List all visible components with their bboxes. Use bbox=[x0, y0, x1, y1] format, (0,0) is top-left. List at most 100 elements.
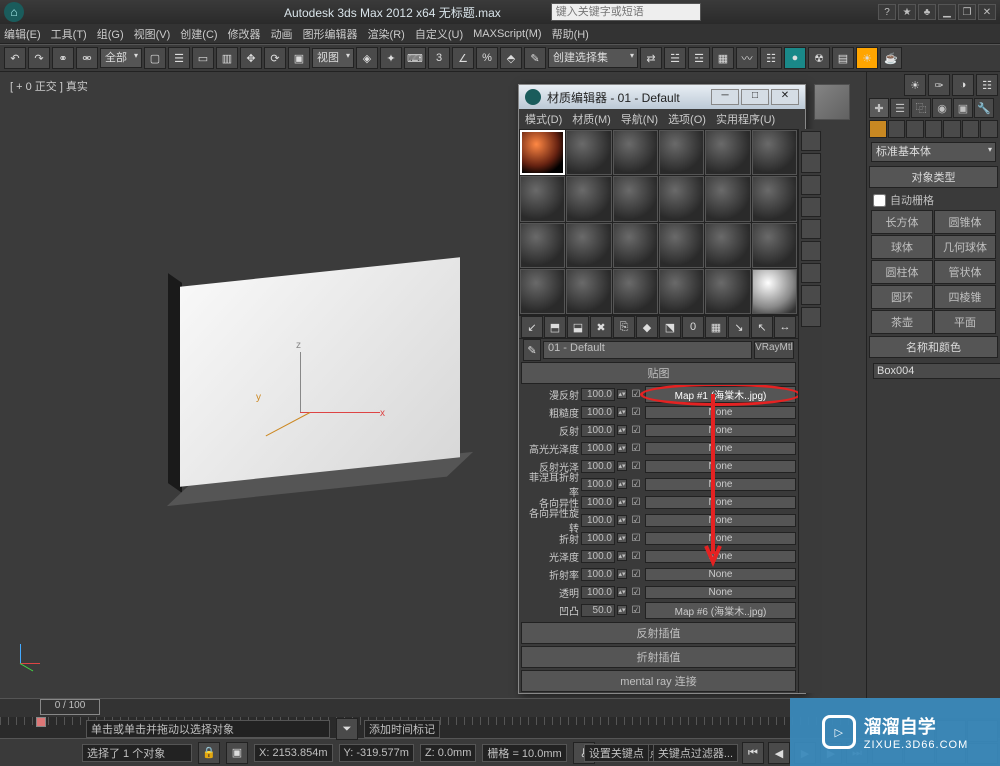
sub-lights[interactable] bbox=[906, 120, 924, 138]
rollout-refr[interactable]: 折射插值 bbox=[521, 646, 796, 668]
autogrid-checkbox[interactable] bbox=[873, 194, 886, 207]
map-amount[interactable]: 100.0 bbox=[581, 568, 615, 581]
align-button[interactable]: ☱ bbox=[664, 47, 686, 69]
sub-helpers[interactable] bbox=[943, 120, 961, 138]
map-slot-button[interactable]: None bbox=[645, 568, 796, 581]
compass-icon[interactable]: ✑ bbox=[928, 74, 950, 96]
map-amount[interactable]: 100.0 bbox=[581, 514, 615, 527]
map-spinner[interactable]: ▴▾ bbox=[617, 569, 627, 579]
schematic-button[interactable]: ☷ bbox=[760, 47, 782, 69]
keyboard-button[interactable]: ⌨ bbox=[404, 47, 426, 69]
sample-type-button[interactable] bbox=[801, 131, 821, 151]
map-check[interactable]: ☑ bbox=[629, 461, 643, 472]
sample-uv-button[interactable] bbox=[801, 197, 821, 217]
map-spinner[interactable]: ▴▾ bbox=[617, 497, 627, 507]
map-slot-button[interactable]: None bbox=[645, 532, 796, 545]
mat-slot[interactable] bbox=[613, 130, 658, 175]
mat-slot[interactable] bbox=[613, 223, 658, 268]
sub-geometry[interactable] bbox=[869, 120, 887, 138]
mat-id-button[interactable]: 0 bbox=[682, 316, 704, 338]
sun-icon[interactable]: ☀ bbox=[904, 74, 926, 96]
map-amount[interactable]: 100.0 bbox=[581, 586, 615, 599]
mat-slot[interactable] bbox=[752, 130, 797, 175]
btn-plane[interactable]: 平面 bbox=[934, 310, 996, 334]
map-spinner[interactable]: ▴▾ bbox=[617, 533, 627, 543]
menu-graph[interactable]: 图形编辑器 bbox=[303, 26, 358, 42]
mat-slot[interactable] bbox=[705, 176, 750, 221]
mat-menu-nav[interactable]: 导航(N) bbox=[621, 111, 658, 127]
map-slot-button[interactable]: None bbox=[645, 586, 796, 599]
help-search-input[interactable] bbox=[551, 3, 701, 21]
map-slot-button[interactable]: Map #1 (海棠木..jpg) bbox=[645, 386, 796, 403]
map-check[interactable]: ☑ bbox=[629, 497, 643, 508]
go-sibling-button[interactable]: ↔ bbox=[774, 316, 796, 338]
object-name-input[interactable] bbox=[873, 363, 1000, 379]
named-sel-set[interactable]: 创建选择集 bbox=[548, 48, 638, 68]
teapot-button[interactable]: ☕ bbox=[880, 47, 902, 69]
gizmo-z-axis[interactable] bbox=[300, 352, 301, 412]
btn-cylinder[interactable]: 圆柱体 bbox=[871, 260, 933, 284]
mat-slot[interactable] bbox=[613, 176, 658, 221]
make-copy-button[interactable]: ⎘ bbox=[613, 316, 635, 338]
viewcube[interactable] bbox=[808, 78, 858, 128]
menu-create[interactable]: 创建(C) bbox=[180, 26, 217, 42]
map-slot-button[interactable]: None bbox=[645, 496, 796, 509]
map-amount[interactable]: 100.0 bbox=[581, 532, 615, 545]
tab-modify[interactable]: ☰ bbox=[890, 98, 910, 118]
map-slot-button[interactable]: None bbox=[645, 460, 796, 473]
btn-geosphere[interactable]: 几何球体 bbox=[934, 235, 996, 259]
mat-max-button[interactable]: □ bbox=[741, 89, 769, 105]
mat-slot[interactable] bbox=[752, 223, 797, 268]
ref-coord-dropdown[interactable]: 视图 bbox=[312, 48, 354, 68]
render-button[interactable]: ☀ bbox=[856, 47, 878, 69]
mat-min-button[interactable]: ─ bbox=[711, 89, 739, 105]
make-unique-button[interactable]: ◆ bbox=[636, 316, 658, 338]
reset-map-button[interactable]: ✖ bbox=[590, 316, 612, 338]
transform-gizmo[interactable]: x y z bbox=[260, 352, 380, 452]
coord-y[interactable]: Y: -319.577m bbox=[339, 744, 414, 762]
pick-material-button[interactable]: ✎ bbox=[523, 339, 541, 361]
time-marker[interactable] bbox=[36, 717, 46, 727]
map-slot-button[interactable]: None bbox=[645, 406, 796, 419]
viewport-label[interactable]: [ + 0 正交 ] 真实 bbox=[10, 78, 88, 94]
sub-shapes[interactable] bbox=[888, 120, 906, 138]
keyfilter-button[interactable]: 关键点过滤器... bbox=[653, 744, 738, 762]
map-amount[interactable]: 100.0 bbox=[581, 460, 615, 473]
menu-animation[interactable]: 动画 bbox=[271, 26, 293, 42]
map-check[interactable]: ☑ bbox=[629, 407, 643, 418]
map-spinner[interactable]: ▴▾ bbox=[617, 551, 627, 561]
shade-icon[interactable]: ◑ bbox=[952, 74, 974, 96]
mat-slot-24[interactable] bbox=[752, 269, 797, 314]
map-amount[interactable]: 50.0 bbox=[581, 604, 615, 617]
lock-selection-button[interactable]: 🔒 bbox=[198, 742, 220, 764]
menu-modifiers[interactable]: 修改器 bbox=[228, 26, 261, 42]
video-check-button[interactable] bbox=[801, 219, 821, 239]
mat-slot[interactable] bbox=[659, 269, 704, 314]
map-amount[interactable]: 100.0 bbox=[581, 388, 615, 401]
mat-slot[interactable] bbox=[520, 269, 565, 314]
map-spinner[interactable]: ▴▾ bbox=[617, 461, 627, 471]
rollout-refl[interactable]: 反射插值 bbox=[521, 622, 796, 644]
map-slot-button[interactable]: None bbox=[645, 514, 796, 527]
mat-map-nav-button[interactable] bbox=[801, 307, 821, 327]
map-amount[interactable]: 100.0 bbox=[581, 478, 615, 491]
menu-customize[interactable]: 自定义(U) bbox=[415, 26, 463, 42]
rollout-maps[interactable]: 贴图 bbox=[521, 362, 796, 384]
select-button[interactable]: ▢ bbox=[144, 47, 166, 69]
assign-button[interactable]: ⬓ bbox=[567, 316, 589, 338]
mat-slot[interactable] bbox=[659, 130, 704, 175]
mat-slot-1[interactable] bbox=[520, 130, 565, 175]
map-spinner[interactable]: ▴▾ bbox=[617, 479, 627, 489]
select-region-button[interactable]: ▭ bbox=[192, 47, 214, 69]
map-check[interactable]: ☑ bbox=[629, 569, 643, 580]
manip-button[interactable]: ✦ bbox=[380, 47, 402, 69]
mat-slot[interactable] bbox=[705, 269, 750, 314]
map-check[interactable]: ☑ bbox=[629, 389, 643, 400]
mat-slot[interactable] bbox=[566, 176, 611, 221]
map-slot-button[interactable]: None bbox=[645, 478, 796, 491]
btn-teapot[interactable]: 茶壶 bbox=[871, 310, 933, 334]
mat-slot[interactable] bbox=[705, 130, 750, 175]
map-amount[interactable]: 100.0 bbox=[581, 496, 615, 509]
selection-filter[interactable]: 全部 bbox=[100, 48, 142, 68]
map-slot-button[interactable]: None bbox=[645, 550, 796, 563]
